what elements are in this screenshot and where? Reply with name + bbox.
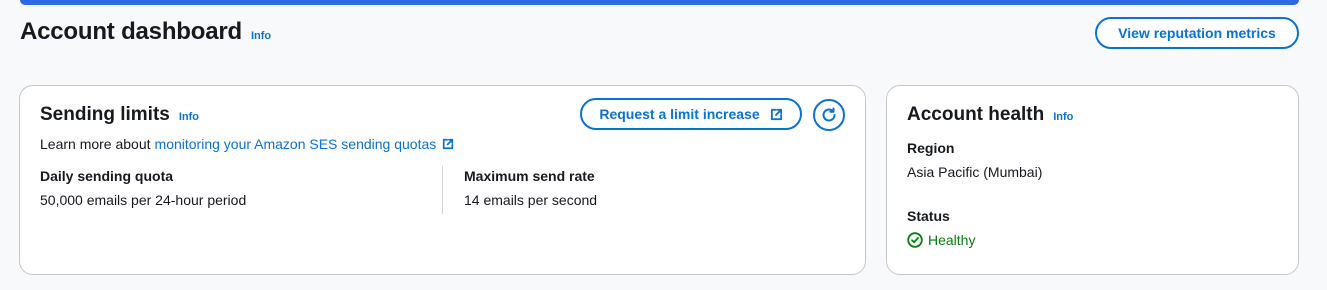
daily-quota-label: Daily sending quota bbox=[40, 168, 174, 184]
column-divider bbox=[442, 166, 443, 214]
region-label: Region bbox=[907, 140, 955, 156]
top-accent-bar bbox=[20, 0, 1299, 5]
account-health-header: Account health Info bbox=[907, 104, 1073, 126]
refresh-button[interactable] bbox=[813, 99, 845, 131]
learn-more-prefix: Learn more about bbox=[40, 136, 151, 152]
status-value: Healthy bbox=[928, 232, 976, 248]
refresh-icon bbox=[820, 106, 838, 124]
page-title: Account dashboard bbox=[20, 18, 242, 45]
check-circle-icon bbox=[907, 232, 923, 248]
sending-limits-card: Sending limits Info Request a limit incr… bbox=[19, 85, 866, 275]
sending-limits-header: Sending limits Info bbox=[40, 104, 199, 126]
max-send-rate-value: 14 emails per second bbox=[464, 192, 598, 208]
sending-quotas-link[interactable]: monitoring your Amazon SES sending quota… bbox=[155, 136, 455, 152]
sending-limits-info-link[interactable]: Info bbox=[179, 111, 199, 123]
sending-limits-title: Sending limits bbox=[40, 104, 170, 125]
status-label: Status bbox=[907, 208, 950, 224]
request-limit-increase-label: Request a limit increase bbox=[599, 106, 760, 122]
external-link-icon bbox=[442, 138, 454, 150]
account-health-info-link[interactable]: Info bbox=[1053, 111, 1073, 123]
page-header: Account dashboard Info bbox=[20, 18, 271, 46]
sending-quotas-link-label: monitoring your Amazon SES sending quota… bbox=[154, 136, 437, 152]
external-link-icon bbox=[770, 108, 783, 121]
request-limit-increase-button[interactable]: Request a limit increase bbox=[580, 98, 802, 130]
daily-quota-value: 50,000 emails per 24-hour period bbox=[40, 192, 247, 208]
max-send-rate-label: Maximum send rate bbox=[464, 168, 595, 184]
account-health-title: Account health bbox=[907, 104, 1045, 125]
status-indicator: Healthy bbox=[907, 232, 975, 248]
account-health-card: Account health Info Region Asia Pacific … bbox=[886, 85, 1299, 275]
view-reputation-metrics-button[interactable]: View reputation metrics bbox=[1095, 17, 1299, 49]
learn-more-row: Learn more about monitoring your Amazon … bbox=[40, 136, 454, 152]
page-info-link[interactable]: Info bbox=[251, 30, 271, 42]
region-value: Asia Pacific (Mumbai) bbox=[907, 164, 1043, 180]
